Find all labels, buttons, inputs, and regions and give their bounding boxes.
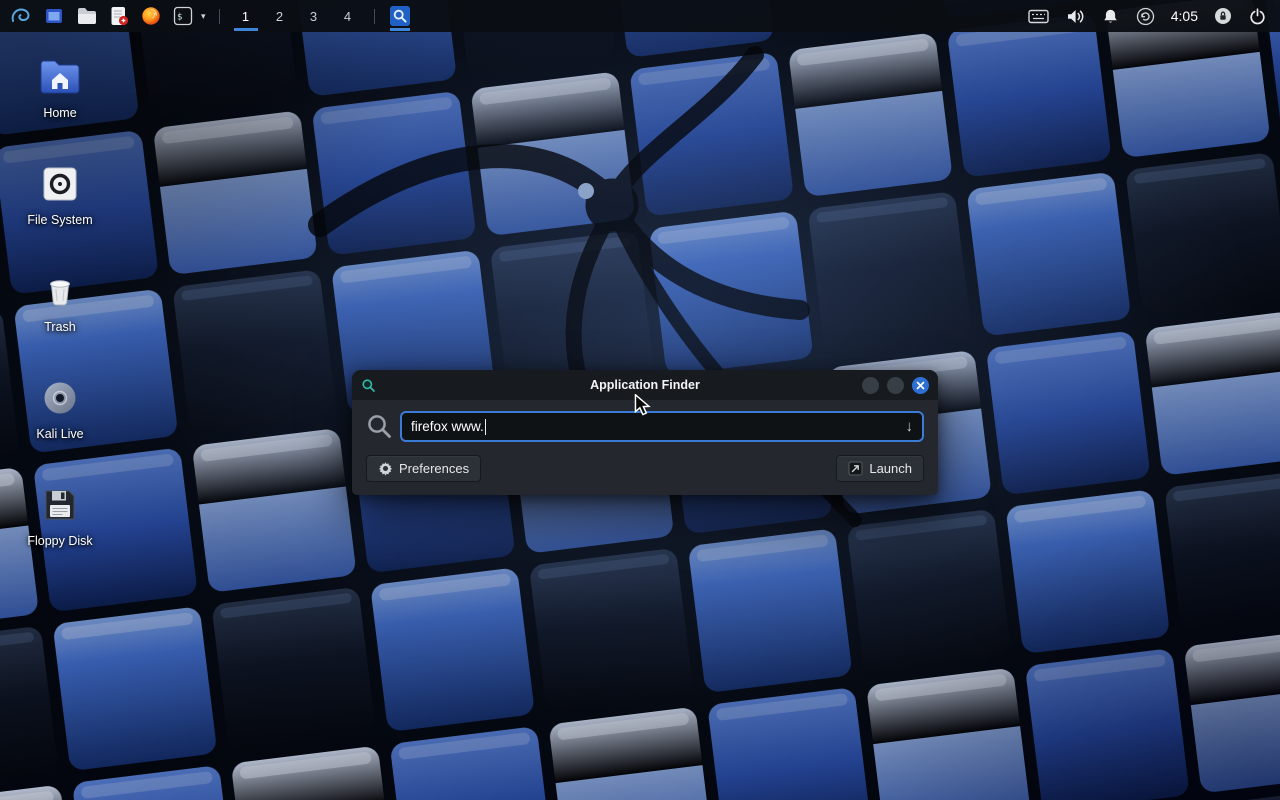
launch-button[interactable]: Launch [836,455,924,482]
notifications-bell-icon[interactable] [1098,0,1123,32]
panel-separator [374,9,375,24]
desktop-icon-label: File System [27,213,92,227]
workspace-4[interactable]: 4 [333,0,363,32]
panel-right: 4:05 [1024,0,1274,32]
file-manager-icon[interactable] [72,0,102,32]
text-caret [485,419,486,435]
application-finder-window: Application Finder firefox www. ↓ [352,370,938,495]
clock[interactable]: 4:05 [1168,0,1201,32]
preferences-button-label: Preferences [399,461,469,476]
keyboard-layout-icon[interactable] [1024,0,1053,32]
gear-icon [378,461,393,476]
close-icon [916,381,925,390]
panel-left: $ ▾ 1 2 3 4 [6,0,414,32]
maximize-button[interactable] [887,377,904,394]
desktop-icon-floppy-disk[interactable]: Floppy Disk [12,483,108,548]
panel-separator [219,9,220,24]
screen-lock-icon[interactable] [1210,0,1236,32]
dialog-body: firefox www. ↓ Preferences Launch [352,400,938,495]
desktop-icon-label: Kali Live [36,427,83,441]
desktop-icon-home[interactable]: Home [12,55,108,120]
kali-live-disc-icon [38,376,82,420]
trash-icon [38,269,82,313]
text-editor-icon[interactable] [106,0,133,32]
titlebar[interactable]: Application Finder [352,370,938,400]
desktop-icon-label: Home [43,106,76,120]
volume-icon[interactable] [1062,0,1089,32]
desktop-icon-trash[interactable]: Trash [12,269,108,334]
top-panel: $ ▾ 1 2 3 4 4:05 [0,0,1280,32]
window-manager-icon[interactable] [40,0,68,32]
search-row: firefox www. ↓ [366,411,924,442]
home-folder-icon [37,55,83,99]
desktop-icon-label: Floppy Disk [27,534,92,548]
firefox-icon[interactable] [137,0,165,32]
app-finder-window-icon [361,378,376,393]
desktop-icon-kali-live[interactable]: Kali Live [12,376,108,441]
search-icon [366,413,400,440]
file-system-drive-icon [38,162,82,206]
app-finder-taskbar-icon[interactable] [386,0,414,32]
kali-menu-icon[interactable] [6,0,36,32]
terminal-icon[interactable]: $ [169,0,197,32]
window-title: Application Finder [352,378,938,392]
dialog-buttons: Preferences Launch [366,455,924,482]
search-input-value: firefox www. [411,419,484,434]
search-input[interactable]: firefox www. ↓ [400,411,924,442]
minimize-button[interactable] [862,377,879,394]
svg-text:$: $ [177,13,182,23]
chevron-down-icon[interactable]: ▾ [201,11,208,22]
arrow-down-icon[interactable]: ↓ [906,419,914,434]
workspace-2[interactable]: 2 [265,0,295,32]
desktop-icon-file-system[interactable]: File System [12,162,108,227]
close-button[interactable] [912,377,929,394]
launch-button-label: Launch [869,461,912,476]
power-logout-icon[interactable] [1245,0,1270,32]
floppy-disk-icon [38,483,82,527]
launch-icon [848,461,863,476]
workspace-1[interactable]: 1 [231,0,261,32]
desktop-icon-label: Trash [44,320,76,334]
preferences-button[interactable]: Preferences [366,455,481,482]
window-controls [862,377,929,394]
workspace-3[interactable]: 3 [299,0,329,32]
updates-status-icon[interactable] [1132,0,1159,32]
